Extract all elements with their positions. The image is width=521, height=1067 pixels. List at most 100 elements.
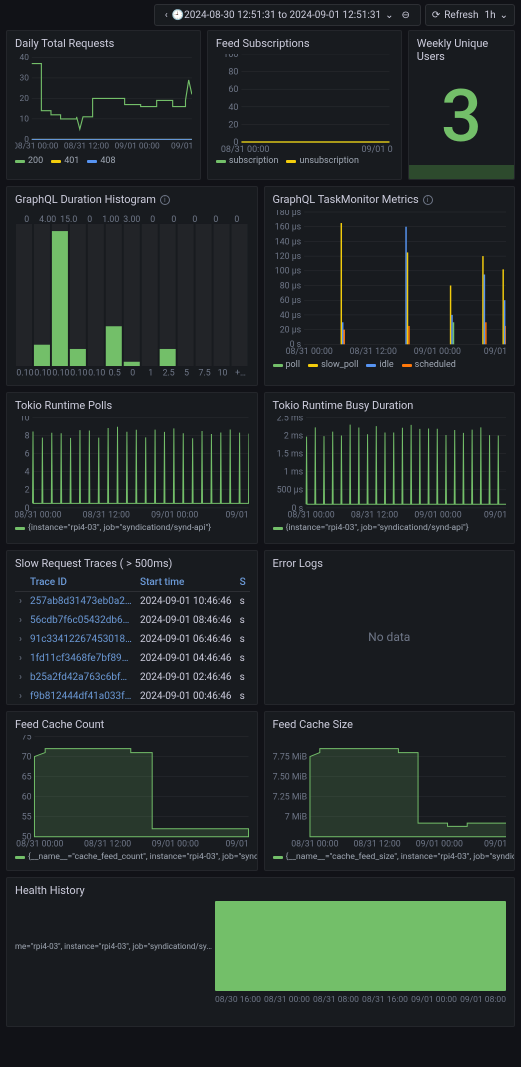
legend-item[interactable]: slow_poll [308, 360, 358, 370]
refresh-control[interactable]: ⟳ Refresh 1h ⌄ [425, 4, 515, 26]
svg-text:20 µs: 20 µs [279, 326, 301, 336]
dashboard-toolbar: ‹ 🕘 2024-08-30 12:51:31 to 2024-09-01 12… [0, 0, 521, 30]
clock-icon: 🕘 [172, 10, 184, 21]
svg-text:7.5: 7.5 [198, 369, 210, 379]
chevron-down-icon[interactable]: ⌄ [496, 10, 508, 21]
axis-tick: 08/31 08:00 [313, 995, 359, 1005]
legend-item[interactable]: scheduled [402, 360, 456, 370]
trace-time: 2024-09-01 10:46:46 [136, 592, 236, 612]
panel-daily-total-requests[interactable]: Daily Total Requests 01020304008/31 00:0… [6, 30, 201, 180]
axis-tick: 09/01 08:00 [460, 995, 506, 1005]
expand-icon[interactable]: › [15, 592, 26, 612]
expand-icon[interactable]: › [15, 611, 26, 630]
svg-text:160 µs: 160 µs [274, 223, 301, 233]
time-range-picker[interactable]: ‹ 🕘 2024-08-30 12:51:31 to 2024-09-01 12… [154, 4, 421, 26]
table-row[interactable]: ›1fd11cf3468fe7bf89a…2024-09-01 04:46:46… [15, 649, 250, 668]
table-row[interactable]: ›f9b812444df41a033f1…2024-09-01 00:46:46… [15, 687, 250, 705]
svg-text:09/01 12: 09/01 12 [483, 347, 506, 357]
trace-id[interactable]: 56cdb7f6c05432db63… [26, 611, 136, 630]
panel-graphql-duration-histogram[interactable]: GraphQL Duration Histogram i 04.0015.001… [6, 186, 258, 386]
legend-cache-count: {__name__="cache_feed_count", instance="… [15, 852, 249, 862]
svg-text:100: 100 [223, 54, 238, 60]
expand-icon[interactable]: › [15, 687, 26, 705]
table-row[interactable]: ›b25a2fd42a763c6bf9…2024-09-01 02:46:46s [15, 668, 250, 687]
svg-text:09/01 12: 09/01 12 [483, 839, 506, 849]
svg-text:0: 0 [150, 215, 155, 225]
panel-tokio-polls[interactable]: Tokio Runtime Polls 024681008/31 00:0008… [6, 392, 258, 544]
axis-tick: 08/30 16:00 [215, 995, 261, 1005]
panel-error-logs[interactable]: Error Logs No data [264, 550, 516, 705]
expand-icon[interactable]: › [15, 668, 26, 687]
chevron-down-icon[interactable]: ⌄ [381, 10, 397, 21]
svg-text:09/01 00:00: 09/01 00:00 [151, 511, 198, 521]
legend-feedsub: subscription unsubscription [216, 156, 393, 166]
panel-weekly-unique-users[interactable]: Weekly Unique Users 3 [408, 30, 515, 180]
svg-text:0: 0 [87, 215, 92, 225]
svg-text:7.50 MiB: 7.50 MiB [273, 773, 307, 783]
svg-text:09/01 00:00: 09/01 00:00 [414, 511, 461, 521]
refresh-icon: ⟳ [432, 10, 440, 21]
trace-time: 2024-09-01 04:46:46 [136, 649, 236, 668]
info-icon[interactable]: i [160, 195, 170, 205]
trace-id[interactable]: 1fd11cf3468fe7bf89a… [26, 649, 136, 668]
panel-feed-cache-count[interactable]: Feed Cache Count 50556065707508/31 00:00… [6, 711, 258, 871]
legend-item[interactable]: subscription [216, 156, 279, 166]
svg-text:0.5: 0.5 [109, 369, 121, 379]
svg-text:2.5: 2.5 [163, 369, 175, 379]
panel-feed-subscriptions[interactable]: Feed Subscriptions 02040608010008/31 00:… [207, 30, 402, 180]
panel-feed-cache-size[interactable]: Feed Cache Size 7 MiB7.25 MiB7.50 MiB7.7… [264, 711, 516, 871]
trace-s: s [236, 611, 250, 630]
legend-daily: 200 401 408 [15, 156, 192, 166]
svg-text:0: 0 [234, 215, 239, 225]
svg-text:0.10: 0.10 [34, 369, 51, 379]
legend-item[interactable]: 200 [15, 156, 43, 166]
table-header[interactable] [15, 574, 26, 592]
info-icon[interactable]: i [423, 195, 433, 205]
svg-text:7.75 MiB: 7.75 MiB [273, 753, 307, 763]
svg-text:08/31 00:00: 08/31 00:00 [15, 511, 62, 521]
legend-item[interactable]: 408 [87, 156, 115, 166]
table-row[interactable]: ›56cdb7f6c05432db63…2024-09-01 08:46:46s [15, 611, 250, 630]
legend-item[interactable]: 401 [51, 156, 79, 166]
trace-id[interactable]: 91c334122674530185… [26, 630, 136, 649]
table-header[interactable]: Start time [136, 574, 236, 592]
svg-text:09/01 00:00: 09/01 00:00 [361, 145, 392, 154]
table-header[interactable]: S [236, 574, 250, 592]
refresh-label: Refresh [444, 10, 478, 21]
trace-id[interactable]: f9b812444df41a033f1… [26, 687, 136, 705]
traces-table: Trace IDStart timeS ›257ab8d31473eb0a25…… [15, 574, 250, 705]
panel-slow-traces[interactable]: Slow Request Traces ( > 500ms) Trace IDS… [6, 550, 258, 705]
table-header[interactable]: Trace ID [26, 574, 136, 592]
svg-text:15.0: 15.0 [60, 215, 77, 225]
legend-item[interactable]: poll [273, 360, 301, 370]
time-back-button[interactable]: ‹ [161, 10, 172, 21]
svg-text:4.00: 4.00 [39, 215, 56, 225]
svg-text:2.5 ms: 2.5 ms [276, 416, 303, 423]
svg-text:08/31 00:00: 08/31 00:00 [16, 839, 63, 849]
legend-item[interactable]: unsubscription [286, 156, 358, 166]
svg-text:08/31 12:00: 08/31 12:00 [349, 347, 396, 357]
table-row[interactable]: ›257ab8d31473eb0a25…2024-09-01 10:46:46s [15, 592, 250, 612]
panel-graphql-taskmonitor[interactable]: GraphQL TaskMonitor Metrics i 0 s20 µs40… [264, 186, 516, 386]
trace-id[interactable]: b25a2fd42a763c6bf9… [26, 668, 136, 687]
svg-text:7.25 MiB: 7.25 MiB [273, 793, 307, 803]
trace-id[interactable]: 257ab8d31473eb0a25… [26, 592, 136, 612]
panel-tokio-busy[interactable]: Tokio Runtime Busy Duration 0 s500 µs1 m… [264, 392, 516, 544]
expand-icon[interactable]: › [15, 649, 26, 668]
svg-text:08/31 00:00: 08/31 00:00 [15, 142, 59, 152]
svg-text:10: 10 [20, 115, 30, 125]
svg-text:20: 20 [228, 120, 238, 130]
svg-text:08/31 00:00: 08/31 00:00 [291, 839, 338, 849]
svg-text:5: 5 [184, 369, 189, 379]
svg-text:4: 4 [25, 468, 30, 478]
zoom-out-button[interactable]: ⊖ [397, 10, 413, 21]
panel-title: Health History [15, 884, 506, 897]
svg-text:7 MiB: 7 MiB [284, 813, 306, 823]
svg-text:09/01 12: 09/01 12 [171, 142, 192, 152]
legend-item[interactable]: idle [366, 360, 393, 370]
gql-task-chart: 0 s20 µs40 µs60 µs80 µs100 µs120 µs140 µ… [273, 210, 507, 358]
svg-text:0: 0 [130, 369, 135, 379]
expand-icon[interactable]: › [15, 630, 26, 649]
table-row[interactable]: ›91c334122674530185…2024-09-01 06:46:46s [15, 630, 250, 649]
panel-health-history[interactable]: Health History me="rpi4-03", instance="r… [6, 877, 515, 1027]
